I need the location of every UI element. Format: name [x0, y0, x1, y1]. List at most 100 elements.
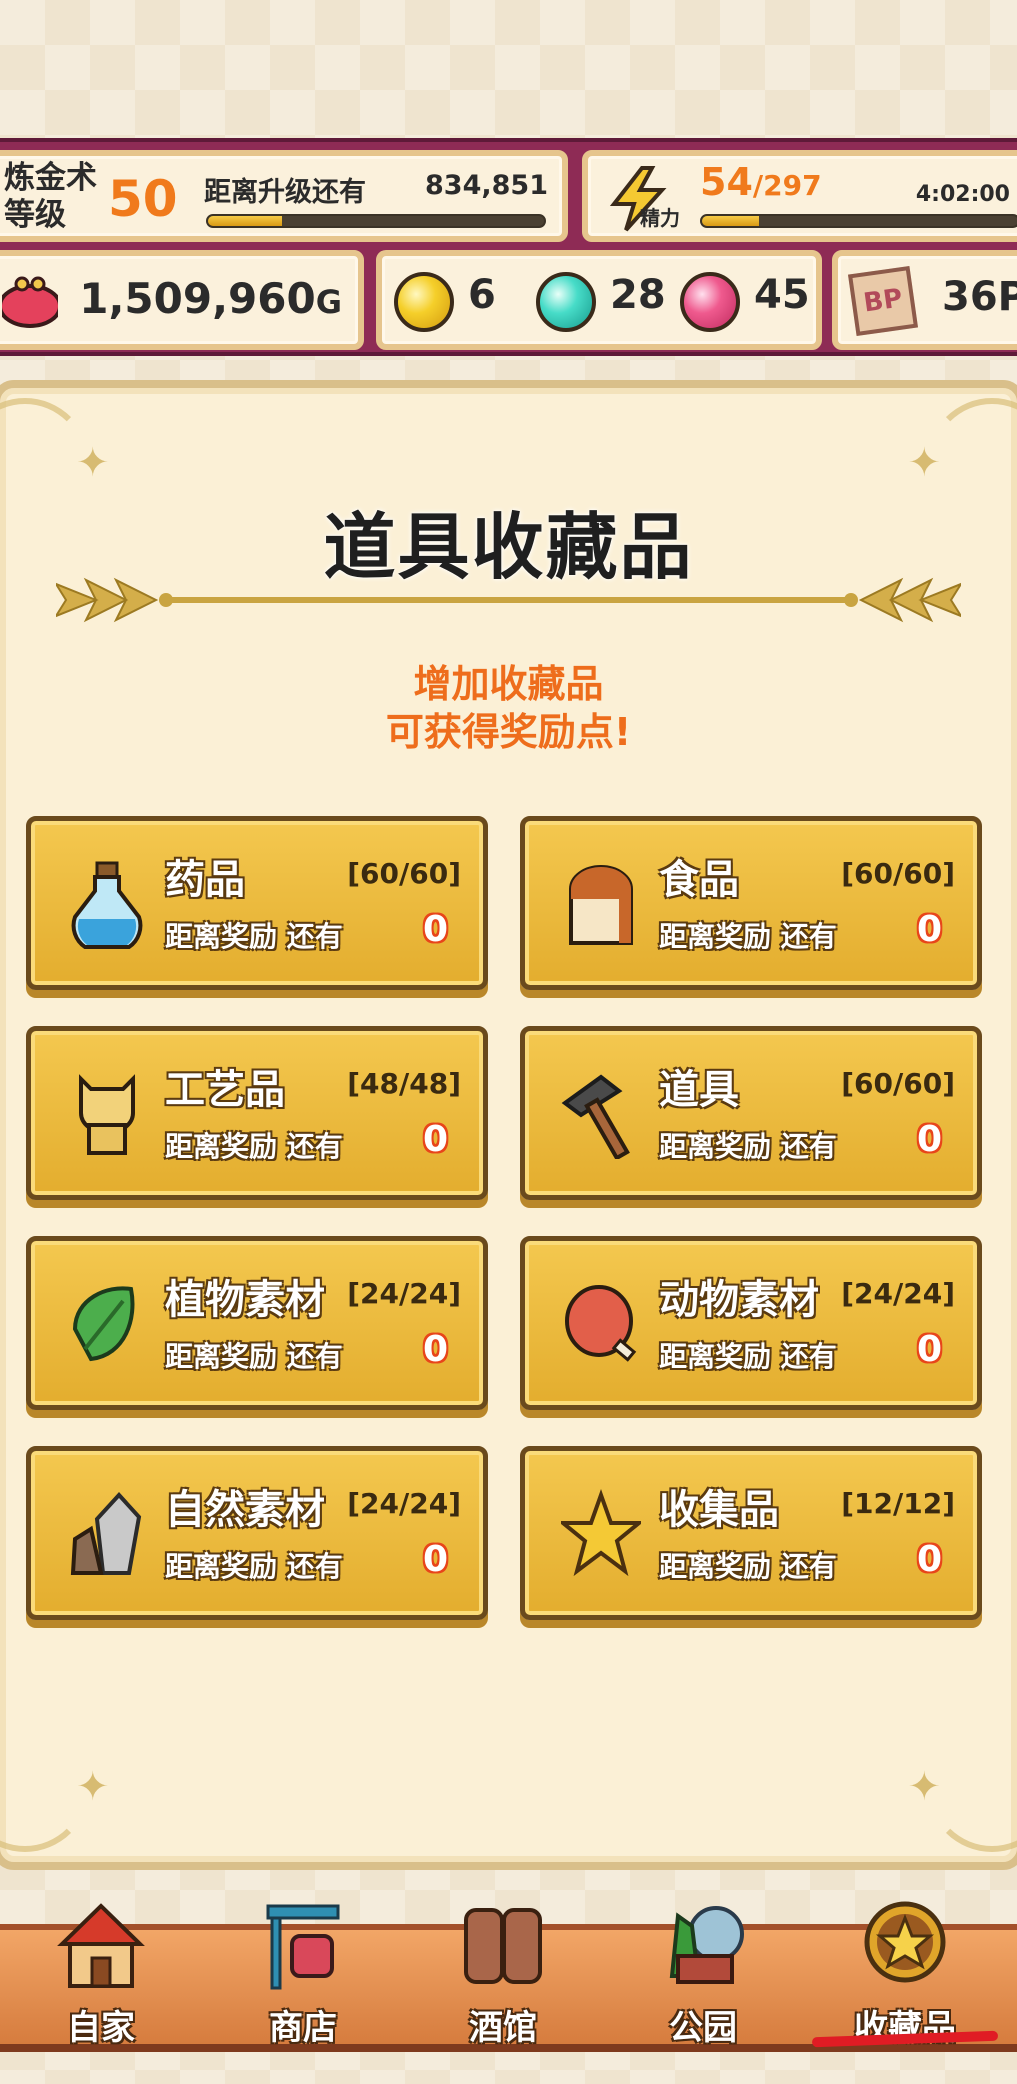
energy-label: 精力 — [640, 206, 680, 230]
level-value: 50 — [108, 170, 178, 228]
nav-label: 酒馆 — [469, 2008, 537, 2048]
category-count: [60/60] — [347, 857, 461, 890]
bp-icon: BP — [847, 265, 919, 337]
level-panel[interactable]: 炼金术 等级 50 距离升级还有 834,851 — [0, 150, 568, 242]
category-name: 动物素材 — [659, 1277, 819, 1323]
category-count: [24/24] — [347, 1487, 461, 1520]
star-medal-icon — [864, 1901, 946, 1983]
reward-hint: 增加收藏品 可获得奖励点! — [0, 660, 1017, 756]
sparkle-icon: ✦ — [907, 440, 941, 486]
category-count: [60/60] — [841, 857, 955, 890]
hammer-icon — [561, 1074, 630, 1159]
category-remaining: 0 — [423, 1119, 449, 1160]
category-name: 收集品 — [659, 1487, 779, 1533]
purse-icon — [2, 276, 58, 328]
nav-label: 公园 — [669, 2008, 737, 2048]
category-card-food[interactable]: 食品 [60/60] 距离奖励 还有 0 — [520, 816, 982, 990]
title-divider — [56, 577, 961, 623]
leaf-icon — [72, 1286, 135, 1362]
energy-progress-bar — [700, 214, 1017, 228]
category-name: 道具 — [659, 1067, 739, 1113]
reward-hint-line1: 增加收藏品 — [413, 662, 604, 706]
cyan-gem-icon — [536, 272, 596, 332]
category-reward-label: 距离奖励 还有 — [165, 1340, 343, 1373]
energy-timer: 4:02:00 — [915, 182, 1010, 207]
cat-figurine-icon — [79, 1074, 135, 1155]
category-name: 食品 — [659, 857, 739, 903]
bp-panel[interactable]: BP 36P — [832, 250, 1017, 350]
nav-shop[interactable]: 商店 — [228, 1896, 378, 2056]
energy-panel[interactable]: 精力 54/297 4:02:00 — [582, 150, 1017, 242]
category-remaining: 0 — [917, 909, 943, 950]
park-icon — [669, 1906, 744, 1984]
energy-current: 54 — [700, 160, 753, 204]
yellow-gem-icon — [394, 272, 454, 332]
category-reward-label: 距离奖励 还有 — [659, 1340, 837, 1373]
category-card-crafts[interactable]: 工艺品 [48/48] 距离奖励 还有 0 — [26, 1026, 488, 1200]
category-reward-label: 距离奖励 还有 — [165, 920, 343, 953]
category-reward-label: 距离奖励 还有 — [165, 1550, 343, 1583]
energy-value: 54/297 — [700, 160, 822, 204]
category-card-natural-materials[interactable]: 自然素材 [24/24] 距离奖励 还有 0 — [26, 1446, 488, 1620]
nav-home[interactable]: 自家 — [26, 1896, 176, 2056]
tavern-doors-icon — [464, 1908, 542, 1984]
category-card-potions[interactable]: 药品 [60/60] 距离奖励 还有 0 — [26, 816, 488, 990]
category-count: [12/12] — [841, 1487, 955, 1520]
level-progress-fill — [208, 216, 282, 226]
meat-icon — [565, 1285, 637, 1362]
shop-sign-icon — [266, 1904, 340, 1990]
energy-max: /297 — [752, 169, 822, 202]
nav-park[interactable]: 公园 — [628, 1896, 778, 2056]
category-name: 植物素材 — [165, 1277, 325, 1323]
gold-unit: G — [315, 283, 342, 321]
house-icon — [57, 1903, 145, 1988]
category-reward-label: 距离奖励 还有 — [659, 1550, 837, 1583]
category-reward-label: 距离奖励 还有 — [659, 1130, 837, 1163]
reward-hint-line2: 可获得奖励点! — [385, 710, 632, 754]
gold-amount: 1,509,960 — [79, 274, 316, 323]
category-name: 自然素材 — [165, 1487, 325, 1533]
gems-panel[interactable]: 6 28 45 — [376, 250, 822, 350]
potion-icon — [71, 861, 143, 949]
category-reward-label: 距离奖励 还有 — [659, 920, 837, 953]
category-remaining: 0 — [423, 1539, 449, 1580]
nav-label: 商店 — [269, 2008, 337, 2048]
sparkle-icon: ✦ — [76, 1764, 110, 1810]
category-count: [60/60] — [841, 1067, 955, 1100]
next-level-value: 834,851 — [425, 170, 548, 201]
bottom-nav: 自家 商店 酒馆 公园 收藏品 — [0, 1901, 1017, 2052]
stones-icon — [70, 1492, 142, 1575]
category-count: [48/48] — [347, 1067, 461, 1100]
top-hud: 炼金术 等级 50 距离升级还有 834,851 精力 54/297 4:02:… — [0, 138, 1017, 356]
category-card-animal-materials[interactable]: 动物素材 [24/24] 距离奖励 还有 0 — [520, 1236, 982, 1410]
cyan-gem-count: 28 — [610, 272, 666, 318]
category-count: [24/24] — [347, 1277, 461, 1310]
gold-value: 1,509,960G — [79, 274, 342, 323]
bp-value: 36P — [942, 274, 1017, 320]
next-level-label: 距离升级还有 — [204, 177, 366, 208]
category-remaining: 0 — [423, 1329, 449, 1370]
energy-progress-fill — [702, 216, 759, 226]
gold-panel[interactable]: 1,509,960G — [0, 250, 364, 350]
category-remaining: 0 — [917, 1119, 943, 1160]
category-name: 工艺品 — [165, 1067, 285, 1113]
category-remaining: 0 — [917, 1329, 943, 1370]
category-name: 药品 — [165, 857, 245, 903]
category-count: [24/24] — [841, 1277, 955, 1310]
star-icon — [561, 1489, 641, 1577]
category-card-collectibles[interactable]: 收集品 [12/12] 距离奖励 还有 0 — [520, 1446, 982, 1620]
category-reward-label: 距离奖励 还有 — [165, 1130, 343, 1163]
nav-tavern[interactable]: 酒馆 — [428, 1896, 578, 2056]
category-remaining: 0 — [917, 1539, 943, 1580]
pink-gem-count: 45 — [754, 272, 810, 318]
level-label: 炼金术 等级 — [4, 160, 97, 233]
category-remaining: 0 — [423, 909, 449, 950]
sparkle-icon: ✦ — [76, 440, 110, 486]
sparkle-icon: ✦ — [907, 1764, 941, 1810]
yellow-gem-count: 6 — [468, 272, 496, 318]
nav-label: 自家 — [67, 2008, 135, 2048]
category-card-tools[interactable]: 道具 [60/60] 距离奖励 还有 0 — [520, 1026, 982, 1200]
category-card-plant-materials[interactable]: 植物素材 [24/24] 距离奖励 还有 0 — [26, 1236, 488, 1410]
level-progress-bar — [206, 214, 546, 228]
pink-gem-icon — [680, 272, 740, 332]
